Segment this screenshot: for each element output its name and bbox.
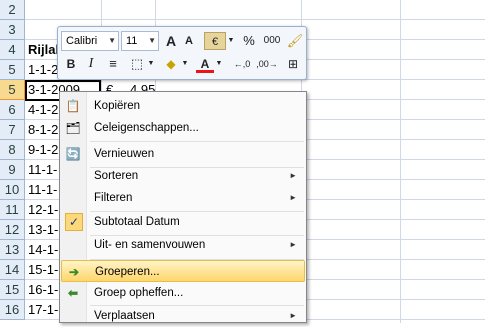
- row-header[interactable]: 16: [0, 300, 25, 320]
- menu-item-label: Filteren: [94, 192, 133, 204]
- row-header[interactable]: 7: [0, 120, 25, 140]
- menu-item-refresh[interactable]: 🔄 Vernieuwen: [61, 143, 305, 165]
- refresh-icon: 🔄: [65, 147, 81, 161]
- decrease-decimal-icon[interactable]: ,00→: [254, 55, 280, 73]
- menu-item-label: Sorteren: [94, 170, 139, 182]
- row-header[interactable]: 13: [0, 240, 25, 260]
- chevron-down-icon: ▼: [148, 36, 156, 45]
- borders-icon[interactable]: ⬚: [128, 55, 146, 73]
- chevron-down-icon[interactable]: ▼: [214, 55, 224, 73]
- cell-a8[interactable]: 9-1-2: [28, 140, 58, 160]
- fill-color-icon[interactable]: ◆: [162, 55, 180, 73]
- row-header[interactable]: 9: [0, 160, 25, 180]
- menu-item-filter[interactable]: Filteren ►: [61, 187, 305, 209]
- mini-toolbar: Calibri ▼ 11 ▼ A A € ▼ % 000 🖌 B I ≡ ⬚ ▼…: [57, 26, 307, 80]
- font-name-combo[interactable]: Calibri ▼: [61, 31, 119, 51]
- row-header-active[interactable]: 5: [0, 80, 25, 100]
- cell-a10[interactable]: 11-1-: [28, 180, 58, 200]
- menu-item-group[interactable]: ➔ Groeperen...: [61, 260, 305, 282]
- cell-a13[interactable]: 14-1-: [28, 240, 58, 260]
- cell-a12[interactable]: 13-1-: [28, 220, 58, 240]
- menu-item-label: Uit- en samenvouwen: [94, 239, 206, 251]
- cell-a16[interactable]: 17-1-: [28, 300, 58, 320]
- menu-item-expand-collapse[interactable]: Uit- en samenvouwen ►: [61, 234, 305, 256]
- format-cells-icon: 🗂: [65, 121, 81, 135]
- row-header[interactable]: 15: [0, 280, 25, 300]
- table-row: [25, 0, 485, 20]
- menu-item-subtotal-date[interactable]: ✓ Subtotaal Datum: [61, 211, 305, 233]
- context-menu: 📋 Kopiëren 🗂 Celeigenschappen... 🔄 Verni…: [59, 91, 307, 323]
- cell-a11[interactable]: 12-1-: [28, 200, 58, 220]
- menu-item-ungroup[interactable]: ⬅ Groep opheffen...: [61, 282, 305, 304]
- menu-item-cell-properties[interactable]: 🗂 Celeigenschappen...: [61, 117, 305, 139]
- submenu-arrow-icon: ►: [289, 240, 297, 249]
- row-header[interactable]: 14: [0, 260, 25, 280]
- format-painter-icon[interactable]: 🖌: [286, 32, 304, 50]
- submenu-arrow-icon: ►: [289, 171, 297, 180]
- row-header[interactable]: 8: [0, 140, 25, 160]
- increase-decimal-icon[interactable]: ←,0: [230, 55, 254, 73]
- menu-item-label: Celeigenschappen...: [94, 122, 199, 134]
- row-header[interactable]: 2: [0, 0, 25, 20]
- menu-item-copy[interactable]: 📋 Kopiëren: [61, 95, 305, 117]
- row-header[interactable]: 10: [0, 180, 25, 200]
- chevron-down-icon: ▼: [108, 36, 116, 45]
- font-color-icon[interactable]: A: [196, 55, 214, 73]
- submenu-arrow-icon: ►: [289, 193, 297, 202]
- cell-a14[interactable]: 15-1-: [28, 260, 58, 280]
- menu-item-move[interactable]: Verplaatsen ►: [61, 305, 305, 327]
- copy-icon: 📋: [65, 99, 81, 113]
- menu-item-label: Verplaatsen: [94, 310, 155, 322]
- chevron-down-icon[interactable]: ▼: [146, 55, 156, 73]
- cell-a15[interactable]: 16-1-: [28, 280, 58, 300]
- row-header[interactable]: 5: [0, 60, 25, 80]
- grow-font-icon[interactable]: A: [162, 32, 180, 50]
- submenu-arrow-icon: ►: [289, 311, 297, 320]
- italic-icon[interactable]: I: [82, 55, 100, 73]
- font-size-value: 11: [126, 35, 138, 47]
- row-header[interactable]: 11: [0, 200, 25, 220]
- menu-item-label: Kopiëren: [94, 100, 141, 112]
- chevron-down-icon[interactable]: ▼: [180, 55, 190, 73]
- row-header[interactable]: 12: [0, 220, 25, 240]
- checkmark-icon: ✓: [65, 213, 83, 231]
- ungroup-arrow-icon: ⬅: [67, 286, 79, 300]
- menu-item-label: Subtotaal Datum: [94, 216, 180, 228]
- cell-a6[interactable]: 4-1-2: [28, 100, 58, 120]
- group-arrow-icon: ➔: [68, 265, 80, 279]
- menu-item-label: Groeperen...: [95, 266, 160, 278]
- thousands-separator-icon[interactable]: 000: [261, 32, 283, 50]
- align-center-icon[interactable]: ≡: [104, 55, 122, 73]
- font-name-value: Calibri: [66, 35, 98, 47]
- row-header[interactable]: 4: [0, 40, 25, 60]
- bold-icon[interactable]: B: [62, 55, 80, 73]
- font-size-combo[interactable]: 11 ▼: [121, 31, 159, 51]
- merge-cells-icon[interactable]: ⊞: [284, 55, 302, 73]
- chevron-down-icon[interactable]: ▼: [226, 32, 236, 50]
- currency-icon[interactable]: €: [204, 32, 226, 50]
- menu-item-label: Vernieuwen: [94, 148, 155, 160]
- menu-item-sort[interactable]: Sorteren ►: [61, 165, 305, 187]
- cell-a7[interactable]: 8-1-2: [28, 120, 58, 140]
- row-header[interactable]: 6: [0, 100, 25, 120]
- row-header[interactable]: 3: [0, 20, 25, 40]
- cell-a9[interactable]: 11-1-: [28, 160, 58, 180]
- shrink-font-icon[interactable]: A: [180, 32, 198, 50]
- menu-item-label: Groep opheffen...: [94, 287, 184, 299]
- percent-icon[interactable]: %: [240, 32, 258, 50]
- menu-separator: [90, 141, 304, 142]
